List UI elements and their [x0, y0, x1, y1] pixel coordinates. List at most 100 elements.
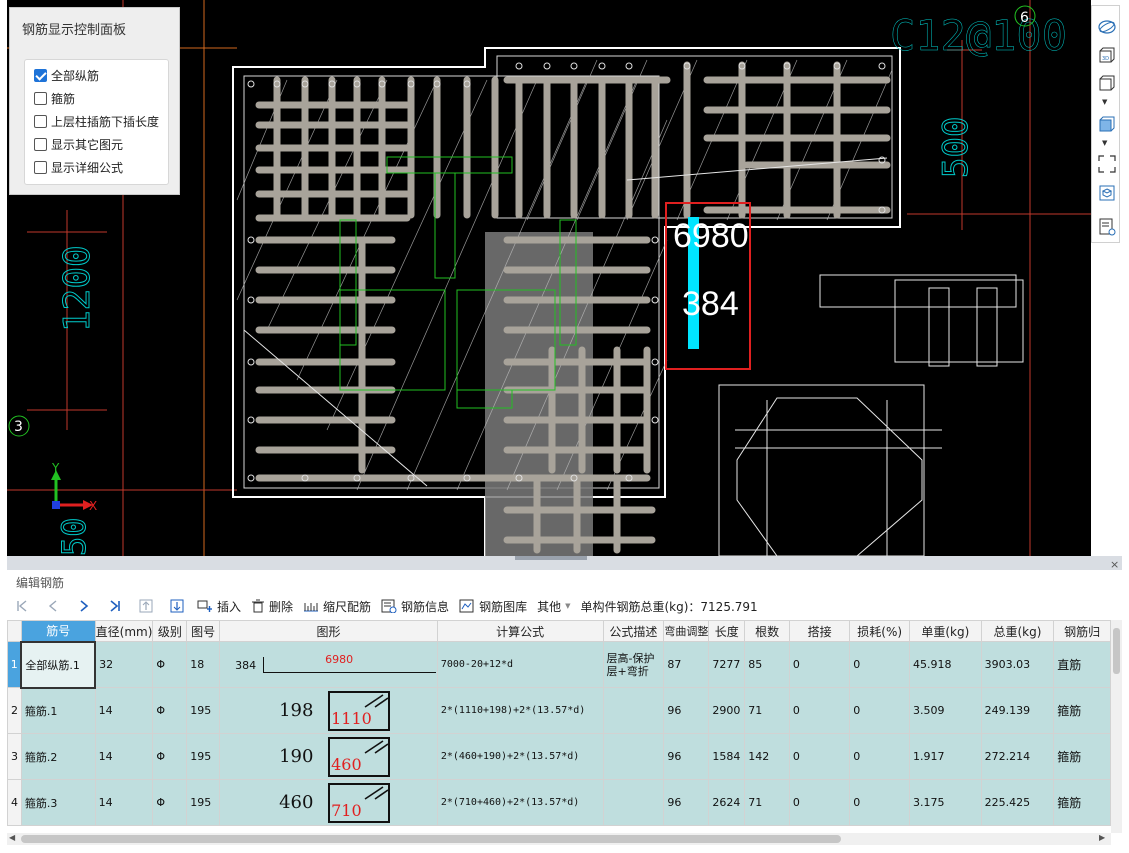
cell-rebar-type[interactable]: 箍筋: [1053, 779, 1111, 826]
cell-bend-adjust[interactable]: 96: [663, 733, 710, 780]
vertical-scroll-thumb[interactable]: [1113, 628, 1120, 674]
cell-figure-no[interactable]: 195: [186, 779, 221, 826]
row-number[interactable]: 2: [7, 687, 22, 734]
cell-grade[interactable]: Φ: [152, 733, 188, 780]
cell-length[interactable]: 1584: [708, 733, 746, 780]
cad-viewport[interactable]: 6980 384 C12@100 6 500 1200 50 3 Y X 钢筋显…: [7, 0, 1091, 556]
cell-loss[interactable]: 0: [849, 641, 911, 688]
checkbox[interactable]: [34, 160, 47, 174]
cell-diameter[interactable]: 14: [94, 779, 154, 826]
prev-record-icon[interactable]: [42, 596, 64, 616]
cell-total-weight[interactable]: 3903.03: [980, 641, 1055, 688]
col-header[interactable]: 级别: [152, 620, 188, 642]
table-row[interactable]: 3 箍筋.2 14 Φ 195 190 460 2*(460+190)+2*(1…: [7, 733, 1111, 780]
cell-formula[interactable]: 2*(460+190)+2*(13.57*d): [436, 733, 604, 780]
cell-formula[interactable]: 2*(710+460)+2*(13.57*d): [436, 779, 604, 826]
col-header[interactable]: 弯曲调整: [663, 620, 710, 642]
cell-shape[interactable]: 190 460: [219, 733, 438, 780]
chevron-down-icon[interactable]: ▼: [1102, 139, 1107, 147]
option-show-other-elements[interactable]: 显示其它图元: [34, 135, 123, 153]
chevron-down-icon[interactable]: ▼: [1102, 98, 1107, 106]
cell-loss[interactable]: 0: [849, 779, 911, 826]
other-dropdown[interactable]: 其他 ▼: [537, 598, 570, 615]
scroll-left-icon[interactable]: ◀: [9, 833, 15, 842]
cell-figure-no[interactable]: 195: [186, 733, 221, 780]
col-header[interactable]: 钢筋归: [1053, 620, 1111, 642]
col-header[interactable]: 长度: [708, 620, 746, 642]
cube-fill-view-icon[interactable]: [1096, 113, 1117, 134]
close-icon[interactable]: ×: [1110, 558, 1119, 571]
fullscreen-icon[interactable]: [1096, 153, 1117, 174]
col-header[interactable]: 损耗(%): [849, 620, 911, 642]
cell-count[interactable]: 71: [744, 687, 790, 734]
row-number[interactable]: 4: [7, 779, 22, 826]
cell-unit-weight[interactable]: 3.509: [909, 687, 982, 734]
col-header[interactable]: 图号: [186, 620, 221, 642]
cell-length[interactable]: 2624: [708, 779, 746, 826]
cell-lap[interactable]: 0: [788, 733, 851, 780]
row-number[interactable]: 3: [7, 733, 22, 780]
delete-button[interactable]: 删除: [251, 598, 293, 615]
table-row[interactable]: 2 箍筋.1 14 Φ 195 198 1110 2*(1110+198)+2*…: [7, 687, 1111, 734]
cell-total-weight[interactable]: 272.214: [980, 733, 1055, 780]
cell-formula-desc[interactable]: [602, 779, 665, 826]
first-record-icon[interactable]: [11, 596, 33, 616]
cell-grade[interactable]: Φ: [152, 779, 188, 826]
cell-bar-name[interactable]: 箍筋.2: [20, 733, 96, 780]
checkbox-checked[interactable]: [34, 68, 47, 82]
panel-splitter[interactable]: [7, 556, 1122, 570]
cell-unit-weight[interactable]: 3.175: [909, 779, 982, 826]
col-header[interactable]: 筋号: [20, 620, 96, 642]
option-all-longitudinal[interactable]: 全部纵筋: [34, 66, 99, 84]
cell-diameter[interactable]: 14: [94, 733, 154, 780]
cell-formula-desc[interactable]: [602, 687, 665, 734]
table-row[interactable]: 1 全部纵筋.1 32 Φ 18 384 6980 7000-20+12*d 层…: [7, 640, 1111, 689]
move-down-icon[interactable]: [166, 596, 188, 616]
cell-figure-no[interactable]: 195: [186, 687, 221, 734]
cell-shape[interactable]: 384 6980: [219, 641, 438, 688]
cell-rebar-type[interactable]: 直筋: [1053, 641, 1111, 688]
cell-bar-name[interactable]: 箍筋.3: [20, 779, 96, 826]
vertical-scrollbar[interactable]: [1111, 620, 1122, 833]
cell-bar-name[interactable]: 全部纵筋.1: [20, 640, 97, 689]
last-record-icon[interactable]: [104, 596, 126, 616]
cell-count[interactable]: 142: [744, 733, 790, 780]
cell-bend-adjust[interactable]: 96: [663, 779, 710, 826]
horizontal-scrollbar[interactable]: ◀ ▶: [7, 833, 1111, 845]
cell-formula[interactable]: 7000-20+12*d: [436, 641, 604, 688]
rebar-info-button[interactable]: 钢筋信息: [381, 598, 449, 615]
sphere-view-icon[interactable]: [1096, 16, 1117, 37]
col-header[interactable]: 总重(kg): [980, 620, 1055, 642]
col-header[interactable]: 单重(kg): [909, 620, 982, 642]
row-number[interactable]: 1: [7, 641, 22, 688]
cell-count[interactable]: 71: [744, 779, 790, 826]
col-header[interactable]: 计算公式: [436, 620, 604, 642]
option-show-detailed-formula[interactable]: 显示详细公式: [34, 158, 123, 176]
checkbox[interactable]: [34, 91, 47, 105]
cell-count[interactable]: 85: [744, 641, 790, 688]
cube-view-icon[interactable]: [1096, 72, 1117, 93]
checkbox[interactable]: [34, 114, 47, 128]
list-view-icon[interactable]: [1096, 216, 1117, 237]
cell-figure-no[interactable]: 18: [186, 641, 221, 688]
col-header[interactable]: 图形: [219, 620, 438, 642]
cell-shape[interactable]: 198 1110: [219, 687, 438, 734]
cell-length[interactable]: 7277: [708, 641, 746, 688]
col-header[interactable]: 根数: [744, 620, 790, 642]
cell-lap[interactable]: 0: [788, 687, 851, 734]
cell-shape[interactable]: 460 710: [219, 779, 438, 826]
cell-grade[interactable]: Φ: [152, 641, 188, 688]
col-header[interactable]: 搭接: [788, 620, 851, 642]
cell-diameter[interactable]: 14: [94, 687, 154, 734]
cell-length[interactable]: 2900: [708, 687, 746, 734]
cell-rebar-type[interactable]: 箍筋: [1053, 733, 1111, 780]
table-row[interactable]: 4 箍筋.3 14 Φ 195 460 710 2*(710+460)+2*(1…: [7, 779, 1111, 826]
next-record-icon[interactable]: [73, 596, 95, 616]
cell-formula-desc[interactable]: 层高-保护层+弯折: [602, 641, 665, 688]
cell-unit-weight[interactable]: 1.917: [909, 733, 982, 780]
cell-grade[interactable]: Φ: [152, 687, 188, 734]
option-stirrup[interactable]: 箍筋: [34, 89, 75, 107]
option-upper-insert-length[interactable]: 上层柱插筋下插长度: [34, 112, 159, 130]
layer-icon[interactable]: [1096, 182, 1117, 203]
scroll-right-icon[interactable]: ▶: [1099, 833, 1105, 842]
